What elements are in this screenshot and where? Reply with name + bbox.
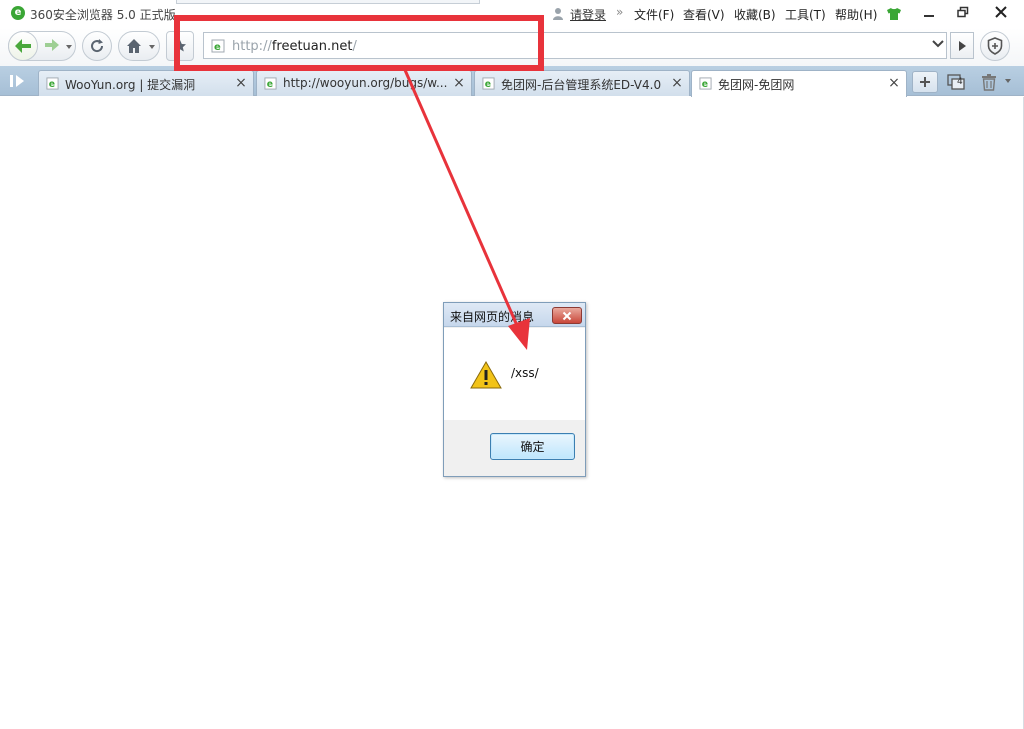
tab-admin-system[interactable]: e 免团网-后台管理系统ED-V4.0 × [474,70,690,96]
plus-icon [920,77,930,87]
page-ie-icon: e [699,77,712,90]
dialog-close-button[interactable] [552,307,582,324]
tab-label: 免团网-后台管理系统ED-V4.0 [501,78,662,92]
star-icon [174,40,186,52]
tab-close-icon[interactable]: × [452,76,466,90]
close-window-button[interactable] [984,0,1018,24]
tab-close-icon[interactable]: × [234,76,248,90]
svg-text:e: e [214,42,221,53]
address-dropdown-icon[interactable] [929,34,947,52]
address-bar[interactable]: e http://freetuan.net/ [203,32,947,59]
minimize-button[interactable] [912,0,946,24]
alert-dialog: 来自网页的消息 /xss/ 确定 [443,302,586,477]
home-caret [149,45,155,49]
closed-tabs-button[interactable] [978,71,1000,93]
dialog-title-bar[interactable]: 来自网页的消息 [444,303,585,327]
dialog-title: 来自网页的消息 [450,310,535,324]
url-path: / [352,39,357,54]
home-button[interactable] [118,31,160,61]
play-arrow-icon [959,40,966,51]
browser-window: e 360安全浏览器 5.0 正式版 请登录 » 文件(F) 查看(V) 收藏(… [0,0,1024,729]
minimize-icon [924,15,934,17]
tab-close-icon[interactable]: × [887,76,901,90]
tab-wooyun-bugs[interactable]: e http://wooyun.org/bugs/w... × [256,70,472,96]
dialog-body: /xss/ [444,328,585,420]
svg-text:e: e [267,79,273,90]
close-icon [995,6,1007,18]
sidebar-toggle-icon[interactable] [9,73,27,89]
tab-strip: e WooYun.org | 提交漏洞 × e http://wooyun.or… [0,66,1024,97]
restore-button[interactable] [946,0,980,24]
tab-label: 免团网-免团网 [718,78,795,92]
dialog-message: /xss/ [511,366,539,380]
close-icon [562,311,572,320]
dialog-footer: 确定 [444,420,585,476]
url-scheme: http:// [232,39,272,54]
menu-file[interactable]: 文件(F) [634,6,674,23]
url-text[interactable]: http://freetuan.net/ [232,39,357,54]
forward-button[interactable] [44,38,60,55]
trash-icon [982,74,996,91]
tab-stack-icon [947,74,965,90]
tab-list-button[interactable]: 4 [944,71,968,93]
closed-tabs-caret[interactable] [1005,79,1011,83]
menu-favorites[interactable]: 收藏(B) [734,6,776,23]
ok-button[interactable]: 确定 [490,433,575,460]
refresh-icon [91,39,104,53]
svg-text:e: e [485,79,491,90]
warning-icon [470,361,502,389]
menu-help[interactable]: 帮助(H) [835,6,877,23]
page-ie-icon: e [482,77,495,90]
security-button[interactable] [980,31,1010,61]
page-ie-icon: e [211,39,225,53]
home-icon [127,39,141,53]
menu-tools[interactable]: 工具(T) [785,6,826,23]
tab-close-icon[interactable]: × [670,76,684,90]
page-ie-icon: e [46,77,59,90]
forward-arrow-icon [45,39,59,51]
menu-separator: » [616,5,624,19]
go-button[interactable] [950,32,974,59]
tab-freetuan-active[interactable]: e 免团网-免团网 × [691,70,907,97]
shield-icon [987,37,1003,55]
browser-logo-icon: e [11,6,25,20]
login-link[interactable]: 请登录 [570,6,606,23]
menu-view[interactable]: 查看(V) [683,6,725,23]
tab-count: 4 [957,77,963,87]
page-ie-icon: e [264,77,277,90]
tab-label: WooYun.org | 提交漏洞 [65,78,196,92]
new-tab-button[interactable] [912,71,938,93]
title-bar: e 360安全浏览器 5.0 正式版 请登录 » 文件(F) 查看(V) 收藏(… [0,0,1024,28]
tshirt-icon[interactable] [886,7,902,21]
back-arrow-icon [15,39,31,53]
refresh-button[interactable] [82,31,112,61]
window-title: 360安全浏览器 5.0 正式版 [30,8,176,22]
navigation-toolbar: e http://freetuan.net/ [0,28,1024,66]
forward-history-caret[interactable] [66,45,72,49]
back-button[interactable] [8,31,38,61]
url-host: freetuan.net [271,39,353,54]
restore-icon [957,6,969,18]
favorite-button[interactable] [166,31,194,61]
svg-text:e: e [49,79,55,90]
tab-label: http://wooyun.org/bugs/w... [283,76,448,90]
tab-wooyun-submit[interactable]: e WooYun.org | 提交漏洞 × [38,70,254,96]
title-popup-edge [176,0,480,4]
svg-text:e: e [702,79,708,90]
user-icon [553,8,563,20]
